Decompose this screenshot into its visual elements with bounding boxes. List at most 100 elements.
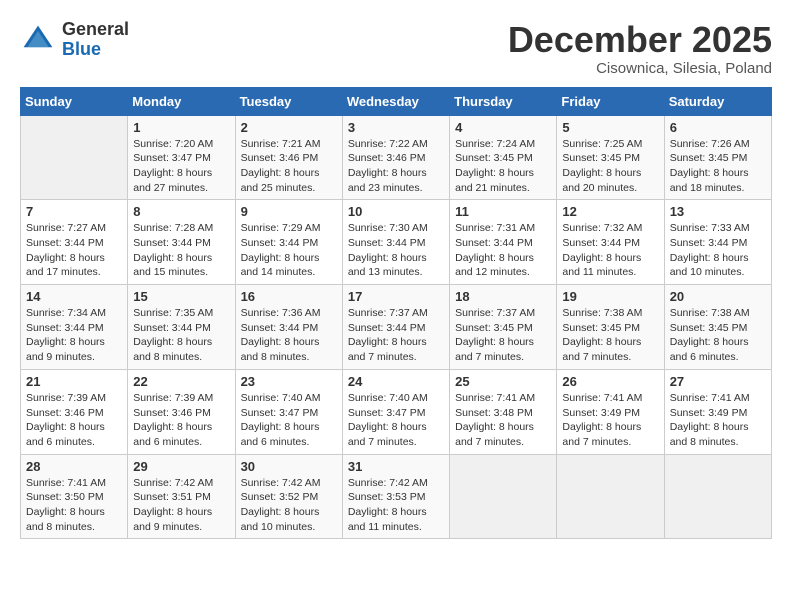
day-number: 17 [348,289,444,304]
calendar-cell: 22 Sunrise: 7:39 AMSunset: 3:46 PMDayligh… [128,369,235,454]
calendar-table: SundayMondayTuesdayWednesdayThursdayFrid… [20,87,772,540]
header-day-tuesday: Tuesday [235,87,342,115]
day-info: Sunrise: 7:21 AMSunset: 3:46 PMDaylight:… [241,137,337,196]
day-number: 14 [26,289,122,304]
title-block: December 2025 Cisownica, Silesia, Poland [508,20,772,77]
day-info: Sunrise: 7:25 AMSunset: 3:45 PMDaylight:… [562,137,658,196]
week-row-3: 14 Sunrise: 7:34 AMSunset: 3:44 PMDayligh… [21,285,772,370]
day-info: Sunrise: 7:38 AMSunset: 3:45 PMDaylight:… [562,306,658,365]
calendar-cell: 28 Sunrise: 7:41 AMSunset: 3:50 PMDayligh… [21,454,128,539]
day-number: 26 [562,374,658,389]
day-number: 12 [562,204,658,219]
day-info: Sunrise: 7:20 AMSunset: 3:47 PMDaylight:… [133,137,229,196]
day-info: Sunrise: 7:40 AMSunset: 3:47 PMDaylight:… [348,391,444,450]
calendar-cell: 4Sunrise: 7:24 AMSunset: 3:45 PMDaylight… [450,115,557,200]
month-title: December 2025 [508,20,772,60]
calendar-cell: 17 Sunrise: 7:37 AMSunset: 3:44 PMDayligh… [342,285,449,370]
day-number: 6 [670,120,766,135]
calendar-cell: 1 Sunrise: 7:20 AMSunset: 3:47 PMDaylight… [128,115,235,200]
day-number: 7 [26,204,122,219]
calendar-cell: 31 Sunrise: 7:42 AMSunset: 3:53 PMDayligh… [342,454,449,539]
location: Cisownica, Silesia, Poland [508,60,772,77]
day-number: 3 [348,120,444,135]
day-number: 24 [348,374,444,389]
calendar-cell: 26 Sunrise: 7:41 AMSunset: 3:49 PMDayligh… [557,369,664,454]
day-info: Sunrise: 7:42 AMSunset: 3:52 PMDaylight:… [241,476,337,535]
day-info: Sunrise: 7:27 AMSunset: 3:44 PMDaylight:… [26,221,122,280]
calendar-cell: 25Sunrise: 7:41 AMSunset: 3:48 PMDayligh… [450,369,557,454]
calendar-cell: 15 Sunrise: 7:35 AMSunset: 3:44 PMDayligh… [128,285,235,370]
day-info: Sunrise: 7:30 AMSunset: 3:44 PMDaylight:… [348,221,444,280]
calendar-cell [664,454,771,539]
day-info: Sunrise: 7:42 AMSunset: 3:51 PMDaylight:… [133,476,229,535]
day-number: 30 [241,459,337,474]
calendar-cell: 9 Sunrise: 7:29 AMSunset: 3:44 PMDaylight… [235,200,342,285]
week-row-2: 7 Sunrise: 7:27 AMSunset: 3:44 PMDaylight… [21,200,772,285]
day-number: 22 [133,374,229,389]
day-number: 1 [133,120,229,135]
day-info: Sunrise: 7:36 AMSunset: 3:44 PMDaylight:… [241,306,337,365]
calendar-cell: 12 Sunrise: 7:32 AMSunset: 3:44 PMDayligh… [557,200,664,285]
calendar-cell: 7 Sunrise: 7:27 AMSunset: 3:44 PMDaylight… [21,200,128,285]
calendar-cell: 29 Sunrise: 7:42 AMSunset: 3:51 PMDayligh… [128,454,235,539]
day-number: 29 [133,459,229,474]
week-row-1: 1 Sunrise: 7:20 AMSunset: 3:47 PMDaylight… [21,115,772,200]
logo: General Blue [20,20,129,60]
day-number: 16 [241,289,337,304]
header-day-thursday: Thursday [450,87,557,115]
calendar-cell [450,454,557,539]
day-info: Sunrise: 7:28 AMSunset: 3:44 PMDaylight:… [133,221,229,280]
day-number: 10 [348,204,444,219]
day-info: Sunrise: 7:38 AMSunset: 3:45 PMDaylight:… [670,306,766,365]
calendar-cell: 3 Sunrise: 7:22 AMSunset: 3:46 PMDaylight… [342,115,449,200]
header-row: SundayMondayTuesdayWednesdayThursdayFrid… [21,87,772,115]
day-number: 2 [241,120,337,135]
calendar-cell: 20Sunrise: 7:38 AMSunset: 3:45 PMDayligh… [664,285,771,370]
day-info: Sunrise: 7:35 AMSunset: 3:44 PMDaylight:… [133,306,229,365]
calendar-cell: 21Sunrise: 7:39 AMSunset: 3:46 PMDayligh… [21,369,128,454]
calendar-cell: 5 Sunrise: 7:25 AMSunset: 3:45 PMDaylight… [557,115,664,200]
day-info: Sunrise: 7:41 AMSunset: 3:50 PMDaylight:… [26,476,122,535]
day-number: 19 [562,289,658,304]
day-info: Sunrise: 7:26 AMSunset: 3:45 PMDaylight:… [670,137,766,196]
header-day-wednesday: Wednesday [342,87,449,115]
day-info: Sunrise: 7:41 AMSunset: 3:49 PMDaylight:… [670,391,766,450]
day-info: Sunrise: 7:39 AMSunset: 3:46 PMDaylight:… [133,391,229,450]
day-number: 21 [26,374,122,389]
day-info: Sunrise: 7:32 AMSunset: 3:44 PMDaylight:… [562,221,658,280]
day-info: Sunrise: 7:29 AMSunset: 3:44 PMDaylight:… [241,221,337,280]
day-number: 5 [562,120,658,135]
header-day-sunday: Sunday [21,87,128,115]
day-info: Sunrise: 7:42 AMSunset: 3:53 PMDaylight:… [348,476,444,535]
logo-text: General Blue [62,20,129,60]
calendar-cell: 24 Sunrise: 7:40 AMSunset: 3:47 PMDayligh… [342,369,449,454]
logo-general: General [62,19,129,39]
day-info: Sunrise: 7:34 AMSunset: 3:44 PMDaylight:… [26,306,122,365]
day-number: 23 [241,374,337,389]
day-info: Sunrise: 7:40 AMSunset: 3:47 PMDaylight:… [241,391,337,450]
day-number: 28 [26,459,122,474]
calendar-cell [21,115,128,200]
day-number: 8 [133,204,229,219]
day-number: 27 [670,374,766,389]
day-info: Sunrise: 7:41 AMSunset: 3:49 PMDaylight:… [562,391,658,450]
day-number: 9 [241,204,337,219]
calendar-cell: 30 Sunrise: 7:42 AMSunset: 3:52 PMDayligh… [235,454,342,539]
week-row-5: 28 Sunrise: 7:41 AMSunset: 3:50 PMDayligh… [21,454,772,539]
calendar-cell: 8 Sunrise: 7:28 AMSunset: 3:44 PMDaylight… [128,200,235,285]
logo-blue: Blue [62,39,101,59]
day-info: Sunrise: 7:37 AMSunset: 3:44 PMDaylight:… [348,306,444,365]
day-info: Sunrise: 7:37 AMSunset: 3:45 PMDaylight:… [455,306,551,365]
day-number: 11 [455,204,551,219]
week-row-4: 21 Sunrise: 7:39 AMSunset: 3:46 PMDayligh… [21,369,772,454]
calendar-cell: 18 Sunrise: 7:37 AMSunset: 3:45 PMDayligh… [450,285,557,370]
calendar-cell: 16 Sunrise: 7:36 AMSunset: 3:44 PMDayligh… [235,285,342,370]
day-number: 18 [455,289,551,304]
calendar-cell [557,454,664,539]
day-number: 4 [455,120,551,135]
calendar-cell: 2 Sunrise: 7:21 AMSunset: 3:46 PMDaylight… [235,115,342,200]
day-info: Sunrise: 7:22 AMSunset: 3:46 PMDaylight:… [348,137,444,196]
page-header: General Blue December 2025 Cisownica, Si… [20,20,772,77]
day-number: 31 [348,459,444,474]
day-number: 15 [133,289,229,304]
